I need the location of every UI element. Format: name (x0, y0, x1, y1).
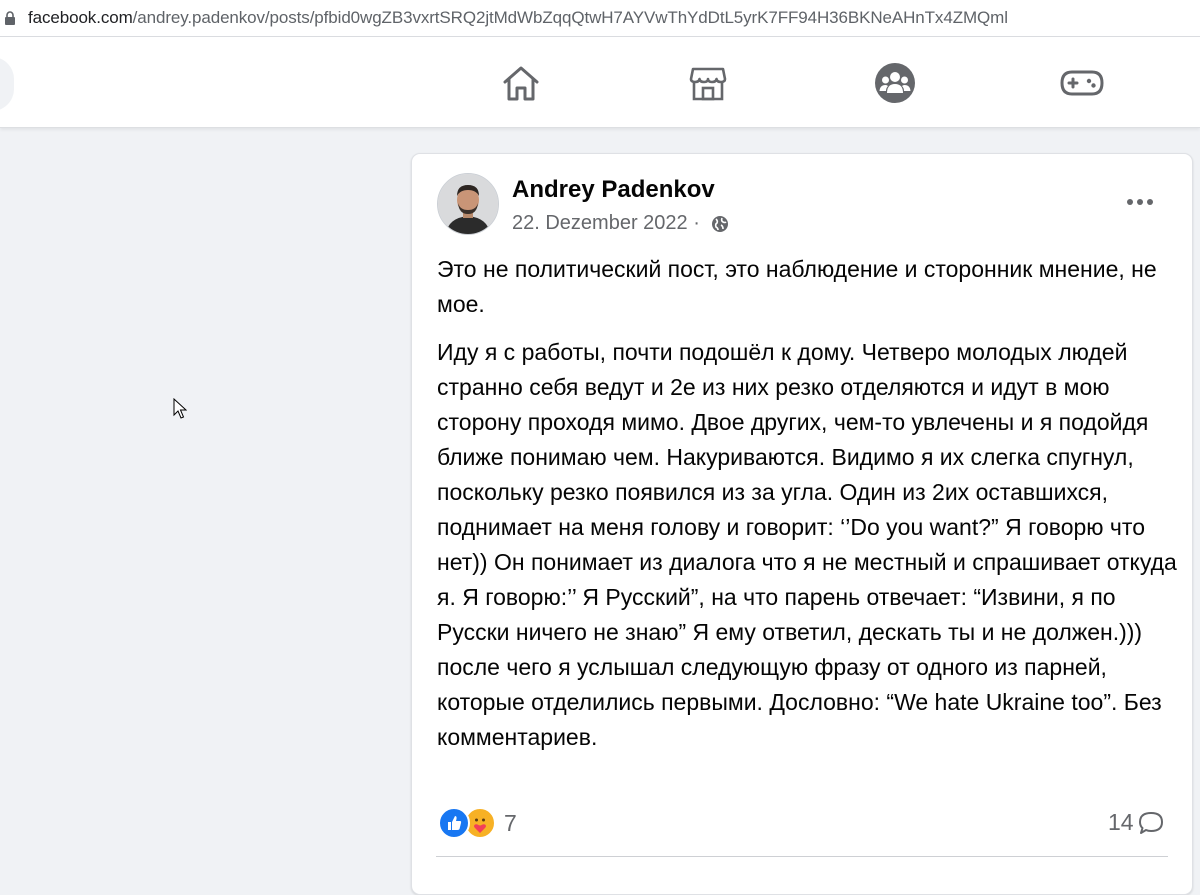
comment-bubble-icon (1138, 811, 1163, 834)
address-bar[interactable]: facebook.com/andrey.padenkov/posts/pfbid… (0, 0, 1200, 37)
reactions-divider (436, 856, 1168, 857)
author-avatar[interactable] (437, 173, 499, 235)
post-date[interactable]: 22. Dezember 2022 (512, 212, 688, 235)
nav-marketplace[interactable] (686, 61, 730, 105)
public-globe-icon (712, 215, 729, 232)
lock-icon (5, 11, 15, 25)
url-path: /andrey.padenkov/posts/pfbid0wgZB3vxrtSR… (132, 8, 1008, 27)
url-text: facebook.com/andrey.padenkov/posts/pfbid… (28, 8, 1008, 28)
gaming-icon (1060, 70, 1104, 96)
url-host: facebook.com (28, 8, 133, 27)
post-author-name[interactable]: Andrey Padenkov (512, 176, 715, 204)
home-icon (503, 66, 539, 101)
post-paragraph-1: Это не политический пост, это наблюдение… (437, 256, 1157, 317)
groups-icon (875, 63, 915, 103)
post-card: Andrey Padenkov 22. Dezember 2022 · Это … (411, 153, 1193, 895)
nav-gaming[interactable] (1060, 61, 1104, 105)
meta-separator: · (687, 212, 706, 234)
comment-count: 14 (1108, 809, 1134, 835)
nav-home[interactable] (499, 61, 543, 105)
marketplace-icon (689, 67, 727, 101)
reaction-count: 7 (504, 809, 517, 836)
post-paragraph-2: Иду я с работы, почти подошёл к дому. Че… (437, 339, 1177, 750)
nav-groups[interactable] (873, 61, 917, 105)
comment-count-link[interactable]: 14 (1108, 809, 1164, 836)
profile-photo-icon (438, 174, 498, 234)
post-body: Это не политический пост, это наблюдение… (437, 252, 1177, 768)
like-reaction-icon (438, 807, 470, 839)
reaction-summary[interactable]: 7 (438, 807, 517, 839)
mouse-cursor-icon (173, 398, 187, 419)
more-options-icon[interactable] (1125, 192, 1155, 212)
post-meta: 22. Dezember 2022 · (512, 212, 729, 235)
top-navigation (0, 37, 1200, 128)
search-field[interactable] (0, 57, 14, 111)
